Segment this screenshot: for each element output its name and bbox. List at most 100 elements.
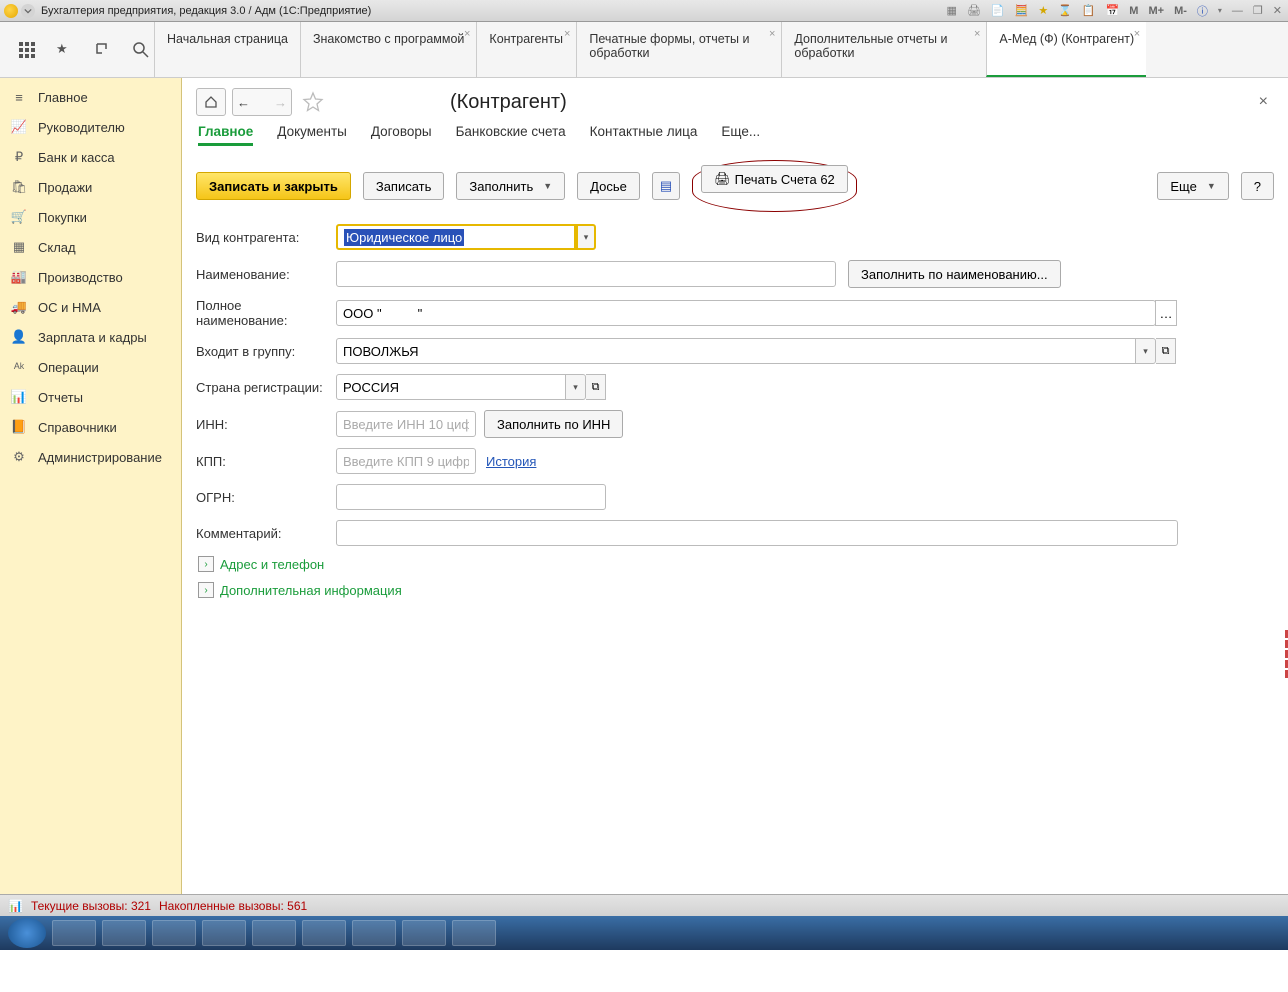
sidebar-item-salary[interactable]: 👤Зарплата и кадры [0,322,181,352]
maximize-button[interactable]: ❐ [1251,4,1265,17]
print-invoice-button[interactable]: 🖨Печать Счета 62 [701,165,848,193]
minimize-button[interactable]: — [1230,5,1245,17]
sidebar-item-reports[interactable]: 📊Отчеты [0,382,181,412]
section-tab-contracts[interactable]: Договоры [371,124,432,146]
sidebar-item-os-nma[interactable]: 🚚ОС и НМА [0,292,181,322]
taskbar-item[interactable] [52,920,96,946]
save-button[interactable]: Записать [363,172,445,200]
group-input[interactable] [336,338,1136,364]
tool-icon[interactable]: ▦ [945,4,959,17]
tool-icon[interactable]: 📋 [1080,4,1098,17]
tab-close-icon[interactable]: × [1134,28,1140,40]
sidebar-item-sales[interactable]: 🛍Продажи [0,172,181,202]
country-combo[interactable]: ▾ ⧉ [336,374,606,400]
tab-counterparties[interactable]: Контрагенты× [476,22,576,77]
row-comment: Комментарий: [196,520,1274,546]
expander-address[interactable]: › Адрес и телефон [198,556,1274,572]
type-combo[interactable]: Юридическое лицо ▾ [336,224,596,250]
favorite-icon[interactable]: ★ [1036,4,1050,17]
dropdown-icon[interactable]: ▾ [1136,338,1156,364]
taskbar-item[interactable] [152,920,196,946]
name-input[interactable] [336,261,836,287]
section-tab-contacts[interactable]: Контактные лица [590,124,698,146]
taskbar-item[interactable] [202,920,246,946]
start-button[interactable] [8,918,46,948]
section-tab-bank-accounts[interactable]: Банковские счета [456,124,566,146]
page-close-icon[interactable]: × [1259,93,1274,111]
sidebar-item-purchases[interactable]: 🛒Покупки [0,202,181,232]
sidebar-item-admin[interactable]: ⚙Администрирование [0,442,181,472]
fill-by-inn-button[interactable]: Заполнить по ИНН [484,410,623,438]
tab-close-icon[interactable]: × [464,28,470,40]
star-icon[interactable]: ★ [56,41,74,59]
calendar-icon[interactable]: 📅 [1104,4,1122,17]
tab-print-forms[interactable]: Печатные формы, отчеты и обработки× [576,22,781,77]
open-button[interactable]: ⧉ [586,374,606,400]
section-tab-more[interactable]: Еще... [721,124,760,146]
info-dropdown[interactable]: ▾ [1216,6,1224,15]
tab-start-page[interactable]: Начальная страница [154,22,300,77]
taskbar-item[interactable] [452,920,496,946]
memory-mminus[interactable]: M- [1172,5,1189,17]
apps-grid-icon[interactable] [18,41,36,59]
tab-a-med[interactable]: А-Мед (Ф) (Контрагент)× [986,22,1146,77]
memory-m[interactable]: M [1127,5,1140,17]
tab-additional-reports[interactable]: Дополнительные отчеты и обработки× [781,22,986,77]
fill-button[interactable]: Заполнить [456,172,565,200]
kpp-input[interactable] [336,448,476,474]
country-input[interactable] [336,374,566,400]
fill-by-name-button[interactable]: Заполнить по наименованию... [848,260,1061,288]
sidebar-item-directories[interactable]: 📙Справочники [0,412,181,442]
help-button[interactable]: ? [1241,172,1274,200]
tool-icon[interactable]: 🧮 [1013,4,1031,17]
nav-back-forward[interactable]: ←→ [232,88,292,116]
taskbar-item[interactable] [352,920,396,946]
tab-intro[interactable]: Знакомство с программой× [300,22,476,77]
group-combo[interactable]: ▾ ⧉ [336,338,1274,364]
dropdown-icon[interactable]: ▾ [576,224,596,250]
sidebar-item-main[interactable]: ≡Главное [0,82,181,112]
list-view-button[interactable]: ▤ [652,172,680,200]
taskbar-item[interactable] [102,920,146,946]
tab-close-icon[interactable]: × [564,28,570,40]
open-button[interactable]: ⧉ [1156,338,1176,364]
full-name-input[interactable] [336,300,1156,326]
comment-input[interactable] [336,520,1178,546]
memory-mplus[interactable]: M+ [1146,5,1166,17]
sidebar-item-manager[interactable]: 📈Руководителю [0,112,181,142]
more-button[interactable]: Еще [1157,172,1228,200]
ellipsis-button[interactable]: … [1155,300,1177,326]
sidebar-item-label: Зарплата и кадры [38,330,147,345]
home-button[interactable] [196,88,226,116]
tool-icon[interactable]: 🖨 [965,4,983,17]
dropdown-icon[interactable]: ▾ [566,374,586,400]
info-icon[interactable]: ⓘ [1195,3,1210,19]
ogrn-input[interactable] [336,484,606,510]
sidebar-item-label: Покупки [38,210,87,225]
sidebar-item-warehouse[interactable]: ▦Склад [0,232,181,262]
tab-close-icon[interactable]: × [769,28,775,40]
sidebar-item-bank[interactable]: ₽Банк и касса [0,142,181,172]
section-tab-main[interactable]: Главное [198,124,253,146]
taskbar-item[interactable] [252,920,296,946]
save-close-button[interactable]: Записать и закрыть [196,172,351,200]
inn-input[interactable] [336,411,476,437]
type-field[interactable]: Юридическое лицо [336,224,576,250]
close-button[interactable]: ✕ [1271,4,1284,17]
sidebar-item-production[interactable]: 🏭Производство [0,262,181,292]
favorite-star-icon[interactable] [302,91,324,113]
tab-close-icon[interactable]: × [974,28,980,40]
main-tabs-row: ★ Начальная страница Знакомство с програ… [0,22,1288,78]
tool-icon[interactable]: 📄 [989,4,1007,17]
taskbar-item[interactable] [402,920,446,946]
expander-additional-info[interactable]: › Дополнительная информация [198,582,1274,598]
dossier-button[interactable]: Досье [577,172,640,200]
search-icon[interactable] [132,41,150,59]
app-menu-dropdown[interactable] [21,4,35,18]
history-link[interactable]: История [486,454,536,469]
tool-icon[interactable]: ⌛ [1056,4,1074,17]
section-tab-documents[interactable]: Документы [277,124,347,146]
sidebar-item-operations[interactable]: ᴬᵏОперации [0,352,181,382]
history-icon[interactable] [94,41,112,59]
taskbar-item[interactable] [302,920,346,946]
